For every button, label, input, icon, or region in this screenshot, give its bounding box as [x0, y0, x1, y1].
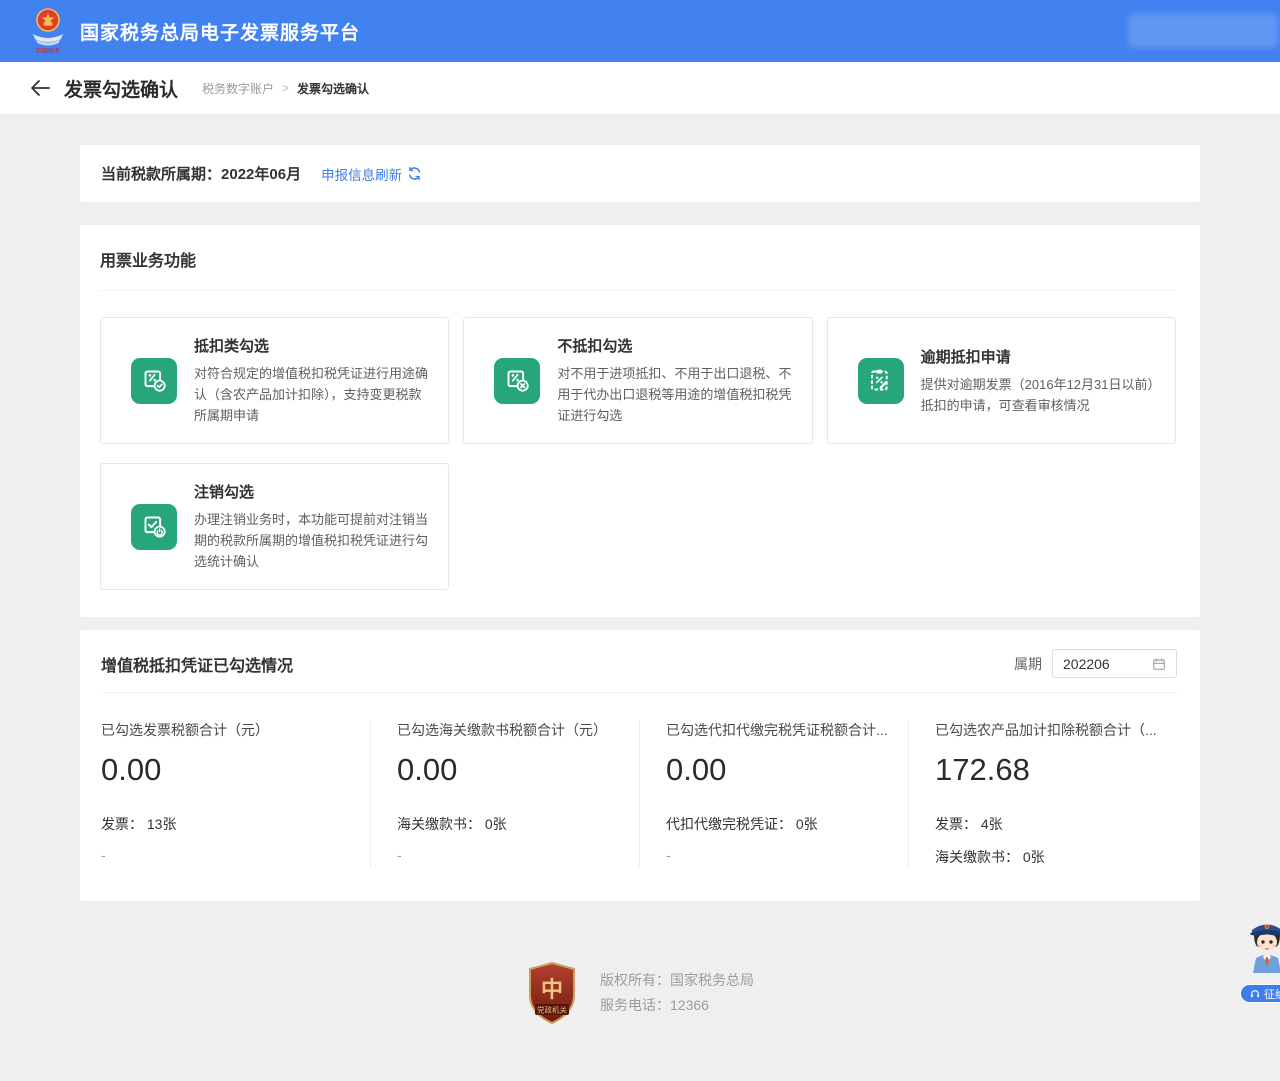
refresh-link-label: 申报信息刷新	[321, 164, 402, 184]
cancellation-check-icon	[131, 504, 177, 550]
government-shield-badge: 中 党政机关	[526, 961, 578, 1025]
function-card-text: 逾期抵扣申请 提供对逾期发票（2016年12月31日以前）抵扣的申请，可查看审核…	[921, 346, 1157, 416]
stat-value: 0.00	[666, 752, 896, 788]
function-card-desc: 对符合规定的增值税扣税凭证进行用途确认（含农产品加计扣除），支持变更税款所属期申…	[194, 363, 430, 426]
stat-customs-tax-total: 已勾选海关缴款书税额合计（元） 0.00 海关缴款书： 0张 -	[370, 720, 639, 867]
assistant-badge-label: 征纳互动	[1264, 986, 1280, 1002]
current-period-card: 当前税款所属期： 2022年06月 申报信息刷新	[80, 145, 1200, 202]
stat-value: 0.00	[397, 752, 627, 788]
function-card-desc: 办理注销业务时，本功能可提前对注销当期的税款所属期的增值税扣税凭证进行勾选统计确…	[194, 509, 430, 572]
stat-detail: -	[666, 847, 896, 863]
stat-detail: -	[397, 847, 627, 863]
stat-detail: 发票： 4张	[935, 814, 1165, 834]
stat-detail: 发票： 13张	[101, 814, 358, 834]
page-footer: 中 党政机关 版权所有：国家税务总局 服务电话：12366	[80, 961, 1200, 1081]
stat-label: 已勾选海关缴款书税额合计（元）	[397, 720, 627, 740]
period-date-input[interactable]: 202206	[1052, 649, 1177, 678]
period-value: 2022年06月	[221, 163, 301, 184]
tax-officer-mascot[interactable]	[1244, 913, 1280, 983]
stat-agri-extra-deduction-total: 已勾选农产品加计扣除税额合计（... 172.68 发票： 4张 海关缴款书： …	[908, 720, 1177, 867]
functions-section: 用票业务功能 抵扣类勾选 对符合规定的增值税扣税凭证进行用途确认（含农产品加计扣…	[80, 225, 1200, 617]
deduction-check-icon	[131, 358, 177, 404]
function-card-text: 不抵扣勾选 对不用于进项抵扣、不用于出口退税、不用于代办出口退税等用途的增值税扣…	[557, 335, 793, 426]
breadcrumb-item[interactable]: 税务数字账户	[202, 80, 274, 97]
vat-summary-section: 增值税抵扣凭证已勾选情况 属期 202206 已勾选发票税额合计（元） 0	[80, 630, 1200, 901]
stat-withholding-tax-total: 已勾选代扣代缴完税凭证税额合计... 0.00 代扣代缴完税凭证： 0张 -	[639, 720, 908, 867]
function-card-deduction-check[interactable]: 抵扣类勾选 对符合规定的增值税扣税凭证进行用途确认（含农产品加计扣除），支持变更…	[100, 317, 449, 444]
functions-grid: 抵扣类勾选 对符合规定的增值税扣税凭证进行用途确认（含农产品加计扣除），支持变更…	[100, 317, 1176, 590]
stat-detail: 代扣代缴完税凭证： 0张	[666, 814, 896, 834]
summary-section-title: 增值税抵扣凭证已勾选情况	[101, 652, 293, 676]
stat-label: 已勾选发票税额合计（元）	[101, 720, 358, 740]
breadcrumb-item-current: 发票勾选确认	[297, 80, 369, 97]
main-content: 当前税款所属期： 2022年06月 申报信息刷新 用票业务功能	[0, 115, 1280, 1081]
shield-badge-text: 党政机关	[537, 1005, 567, 1015]
app-header: 中国税务 国家税务总局电子发票服务平台	[0, 0, 1280, 62]
interaction-assistant-badge[interactable]: 征纳互动	[1240, 984, 1280, 1003]
copyright-text: 版权所有：国家税务总局	[600, 968, 754, 993]
breadcrumb-separator: >	[282, 81, 289, 95]
function-card-no-deduction-check[interactable]: 不抵扣勾选 对不用于进项抵扣、不用于出口退税、不用于代办出口退税等用途的增值税扣…	[463, 317, 812, 444]
divider	[100, 290, 1176, 291]
stat-detail: 海关缴款书： 0张	[935, 847, 1165, 867]
stat-detail: -	[101, 847, 358, 863]
calendar-icon	[1152, 657, 1166, 671]
period-picker-label: 属期	[1014, 654, 1042, 674]
function-card-desc: 对不用于进项抵扣、不用于出口退税、不用于代办出口退税等用途的增值税扣税凭证进行勾…	[557, 363, 793, 426]
stat-value: 172.68	[935, 752, 1165, 788]
summary-stats: 已勾选发票税额合计（元） 0.00 发票： 13张 - 已勾选海关缴款书税额合计…	[101, 693, 1177, 867]
stat-value: 0.00	[101, 752, 358, 788]
no-deduction-check-icon	[494, 358, 540, 404]
stat-label: 已勾选代扣代缴完税凭证税额合计...	[666, 720, 896, 740]
period-date-value: 202206	[1063, 656, 1110, 672]
assistant-widget: 征纳互动	[1240, 913, 1280, 1003]
function-card-text: 注销勾选 办理注销业务时，本功能可提前对注销当期的税款所属期的增值税扣税凭证进行…	[194, 481, 430, 572]
stat-detail: 海关缴款书： 0张	[397, 814, 627, 834]
function-card-overdue-deduction[interactable]: 逾期抵扣申请 提供对逾期发票（2016年12月31日以前）抵扣的申请，可查看审核…	[827, 317, 1176, 444]
tax-emblem-logo: 中国税务	[28, 7, 68, 55]
headset-icon	[1250, 989, 1260, 999]
refresh-icon	[407, 166, 422, 181]
functions-section-title: 用票业务功能	[100, 247, 1176, 271]
back-arrow-icon[interactable]	[30, 79, 50, 97]
function-card-title: 注销勾选	[194, 481, 430, 502]
svg-text:中: 中	[541, 977, 563, 1002]
overdue-deduction-icon	[858, 358, 904, 404]
function-card-title: 逾期抵扣申请	[921, 346, 1157, 367]
service-phone-text: 服务电话：12366	[600, 993, 754, 1018]
page-title-bar: 发票勾选确认 税务数字账户 > 发票勾选确认	[0, 62, 1280, 115]
function-card-title: 抵扣类勾选	[194, 335, 430, 356]
user-info-blurred[interactable]	[1128, 14, 1278, 48]
period-label: 当前税款所属期：	[101, 163, 221, 184]
stat-label: 已勾选农产品加计扣除税额合计（...	[935, 720, 1165, 740]
logo-caption: 中国税务	[36, 47, 61, 55]
function-card-title: 不抵扣勾选	[557, 335, 793, 356]
function-card-desc: 提供对逾期发票（2016年12月31日以前）抵扣的申请，可查看审核情况	[921, 374, 1157, 416]
function-card-cancellation-check[interactable]: 注销勾选 办理注销业务时，本功能可提前对注销当期的税款所属期的增值税扣税凭证进行…	[100, 463, 449, 590]
app-title: 国家税务总局电子发票服务平台	[80, 18, 360, 45]
stat-invoice-tax-total: 已勾选发票税额合计（元） 0.00 发票： 13张 -	[101, 720, 370, 867]
refresh-declaration-link[interactable]: 申报信息刷新	[321, 164, 422, 184]
page-title: 发票勾选确认	[64, 75, 178, 102]
summary-header: 增值税抵扣凭证已勾选情况 属期 202206	[101, 649, 1177, 678]
function-card-text: 抵扣类勾选 对符合规定的增值税扣税凭证进行用途确认（含农产品加计扣除），支持变更…	[194, 335, 430, 426]
footer-texts: 版权所有：国家税务总局 服务电话：12366	[600, 968, 754, 1018]
period-picker: 属期 202206	[1014, 649, 1177, 678]
breadcrumb: 税务数字账户 > 发票勾选确认	[202, 80, 369, 97]
